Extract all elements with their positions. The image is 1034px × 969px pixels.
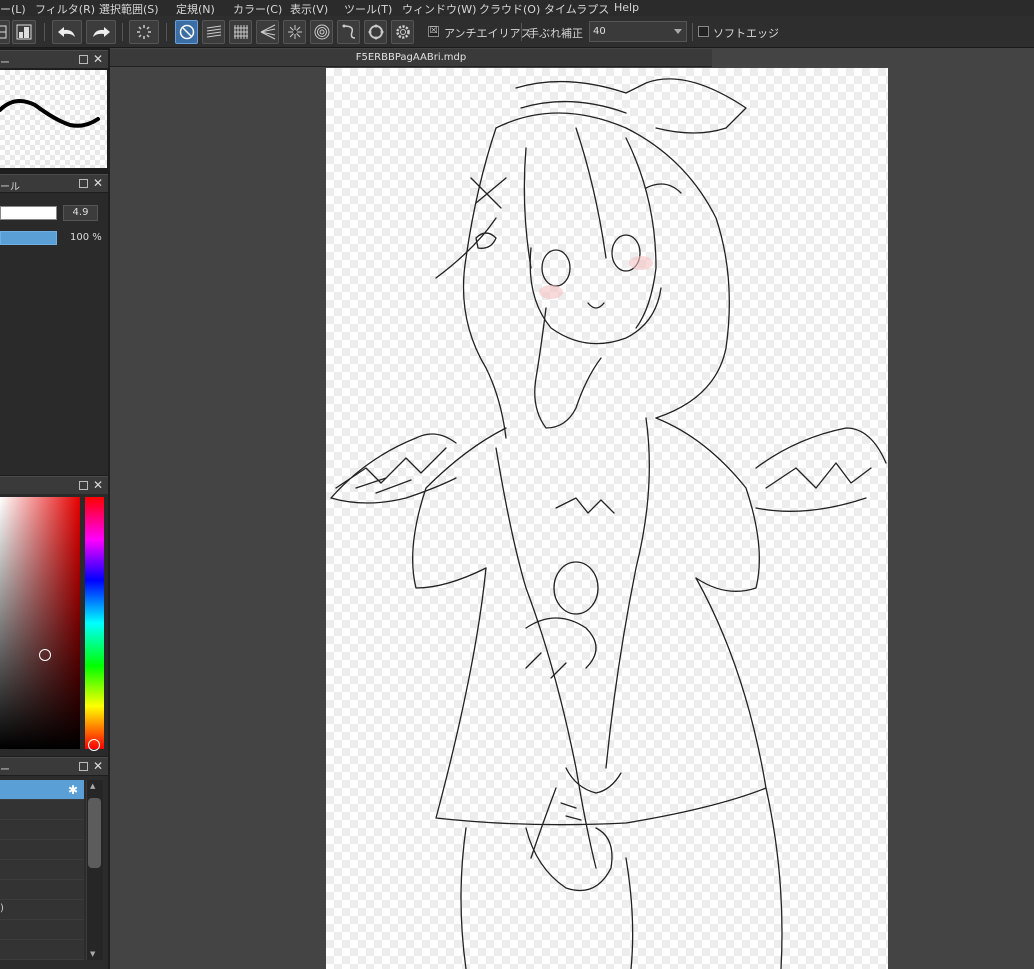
popout-icon[interactable] [79,179,88,188]
toolbar: ☒ アンチエイリアス 手ぶれ補正 40 ソフトエッジ [0,16,1034,48]
soft-edge-checkbox[interactable] [698,26,709,37]
menu-select[interactable]: 選択範囲(S) [99,1,159,17]
layer-panel-header: ー ✕ [0,757,108,776]
soft-edge-label: ソフトエッジ [713,27,779,40]
brush-opacity-slider[interactable] [0,231,57,245]
grid-snap-icon [233,25,248,39]
menu-timelapse[interactable]: タイムラプス [544,1,609,17]
menu-filter[interactable]: フィルタ(R) [35,1,95,17]
layer-row[interactable] [0,940,84,960]
menu-window[interactable]: ウィンドウ(W) [402,1,476,17]
brush-size-value[interactable]: 4.9 [63,205,98,221]
layer-row[interactable] [0,820,84,840]
radial-snap-button[interactable] [283,20,306,44]
loading-button[interactable] [129,20,159,44]
grid-snap-button[interactable] [229,20,252,44]
radial-snap-icon [287,25,302,39]
close-icon[interactable]: ✕ [93,52,103,66]
grid-button[interactable] [0,20,10,44]
layer-row-label: ) [0,903,4,914]
layer-row[interactable] [0,920,84,940]
layout-icon [16,24,32,40]
layer-row[interactable] [0,860,84,880]
menu-cloud[interactable]: クラウド(O) [479,1,540,17]
line-art-drawing [330,78,887,969]
layer-row[interactable] [0,840,84,860]
drawing-canvas[interactable] [326,68,888,969]
undo-icon [58,27,75,37]
snap-settings-icon [395,25,410,39]
close-icon[interactable]: ✕ [93,759,103,773]
menu-ruler[interactable]: 定規(N) [176,1,215,17]
popout-icon[interactable] [79,55,88,64]
redo-icon [93,27,110,37]
menu-tool[interactable]: ツール(T) [344,1,392,17]
brush-preview-panel-header: ー ✕ [0,50,108,69]
brush-size-slider[interactable] [0,206,57,220]
antialias-checkbox[interactable]: ☒ [428,26,439,37]
circle-snap-button[interactable] [310,20,333,44]
brush-stroke-icon [0,99,100,128]
vanishing-snap-icon [260,24,275,40]
menu-help[interactable]: Help [614,1,639,14]
ellipse-snap-icon [368,24,383,40]
menu-color[interactable]: カラー(C) [233,1,282,17]
vanishing-snap-button[interactable] [256,20,279,44]
undo-button[interactable] [52,20,82,44]
stabilizer-value: 40 [593,26,606,37]
loading-icon [137,25,151,39]
ellipse-snap-button[interactable] [364,20,387,44]
popout-icon[interactable] [79,481,88,490]
panel-title: ー [0,765,10,776]
snap-settings-button[interactable] [391,20,414,44]
menu-layer[interactable]: ー(L) [0,1,26,17]
stabilizer-select[interactable]: 40 [589,21,687,42]
menu-bar: ー(L) フィルタ(R) 選択範囲(S) 定規(N) カラー(C) 表示(V) … [0,0,1034,16]
brush-control-panel-header: ール ✕ [0,174,108,193]
close-icon[interactable]: ✕ [93,478,103,492]
color-panel-header: ✕ [0,476,108,494]
layer-scrollbar-thumb[interactable] [88,798,101,868]
grid-icon [0,25,7,39]
snap-off-button[interactable] [175,20,198,44]
gear-icon[interactable]: ✱ [68,783,78,797]
panel-title: ール [0,182,20,193]
brush-opacity-value: 100 % [70,232,102,243]
curve-snap-icon [342,24,355,39]
circle-snap-icon [314,24,329,40]
document-tab-title: F5ERBBPagAABri.mdp [355,52,467,63]
layer-row[interactable] [0,880,84,900]
scroll-down-icon[interactable]: ▼ [90,950,95,958]
parallel-snap-icon [206,25,221,38]
redo-button[interactable] [86,20,116,44]
panel-title: ー [0,58,10,69]
layer-row[interactable] [0,800,84,820]
close-icon[interactable]: ✕ [93,176,103,190]
chevron-down-icon [674,29,682,34]
hue-slider[interactable] [85,497,104,749]
brush-stroke-preview [0,70,107,168]
hue-cursor[interactable] [88,739,100,751]
layer-row[interactable]: ) [0,900,84,920]
parallel-snap-button[interactable] [202,20,225,44]
color-picker-cursor[interactable] [39,649,51,661]
scroll-up-icon[interactable]: ▲ [90,782,95,790]
saturation-value-picker[interactable] [0,497,80,749]
snap-off-icon [179,24,194,40]
popout-icon[interactable] [79,762,88,771]
antialias-label: アンチエイリアス [444,27,532,40]
layout-button[interactable] [12,20,36,44]
document-tab[interactable]: F5ERBBPagAABri.mdp [110,49,712,67]
stabilizer-label: 手ぶれ補正 [528,27,583,40]
curve-snap-button[interactable] [337,20,360,44]
menu-view[interactable]: 表示(V) [290,1,328,17]
